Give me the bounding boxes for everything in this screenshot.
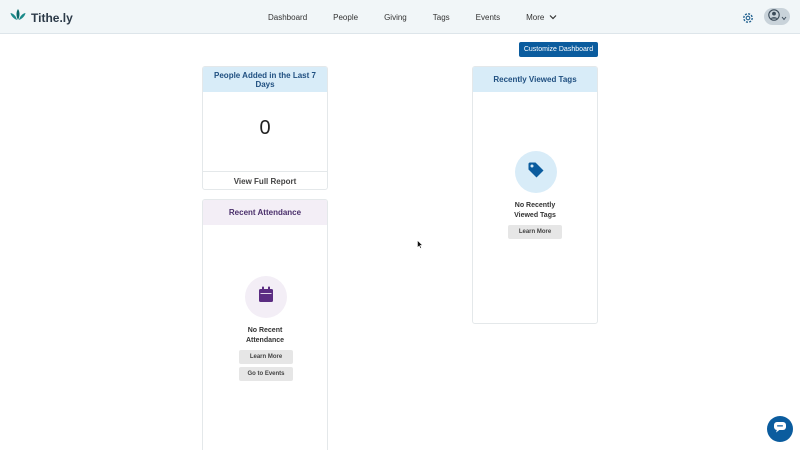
leaf-logo-icon: [10, 8, 26, 27]
go-to-events-button[interactable]: Go to Events: [239, 367, 293, 381]
tags-icon-circle: [515, 151, 557, 193]
recently-viewed-tags-title: Recently Viewed Tags: [473, 67, 597, 92]
nav-events-label: Events: [475, 12, 501, 22]
gear-icon[interactable]: [742, 11, 754, 29]
nav-dashboard-label: Dashboard: [268, 12, 308, 22]
attendance-icon-circle: [245, 276, 287, 318]
nav-more-label: More: [526, 12, 545, 22]
recent-attendance-card: Recent Attendance No Recent Attendance L…: [202, 199, 328, 450]
user-menu-button[interactable]: [764, 8, 790, 25]
nav-tags[interactable]: Tags: [433, 13, 450, 22]
chevron-down-icon: [781, 8, 787, 26]
nav-dashboard[interactable]: Dashboard: [268, 13, 307, 22]
customize-dashboard-button[interactable]: Customize Dashboard: [519, 42, 598, 57]
recently-viewed-tags-card: Recently Viewed Tags No Recently Viewed …: [472, 66, 598, 324]
brand-logo[interactable]: Tithe.ly: [10, 8, 73, 27]
nav-people[interactable]: People: [333, 13, 358, 22]
nav-giving[interactable]: Giving: [384, 13, 407, 22]
chat-button[interactable]: [767, 416, 793, 442]
user-avatar-icon: [767, 8, 780, 26]
chat-icon: [773, 420, 787, 438]
tag-icon: [527, 161, 545, 184]
people-added-count: 0: [259, 117, 271, 139]
main-nav: Dashboard People Giving Tags Events More: [268, 0, 583, 34]
nav-tags-label: Tags: [432, 12, 450, 22]
nav-giving-label: Giving: [384, 12, 407, 22]
recent-attendance-title: Recent Attendance: [203, 200, 327, 225]
nav-events[interactable]: Events: [476, 13, 500, 22]
no-recent-attendance-text: No Recent Attendance: [245, 327, 285, 344]
brand-name: Tithe.ly: [31, 10, 73, 25]
no-recently-viewed-tags-text: No Recently Viewed Tags: [514, 202, 556, 219]
chevron-down-icon: [549, 13, 557, 22]
mouse-cursor-icon: [417, 236, 424, 254]
nav-people-label: People: [333, 12, 359, 22]
attendance-learn-more-button[interactable]: Learn More: [239, 350, 293, 364]
view-full-report-link[interactable]: View Full Report: [203, 171, 327, 189]
top-navigation-bar: Tithe.ly Dashboard People Giving Tags Ev…: [0, 0, 800, 34]
people-added-card: People Added in the Last 7 Days 0 View F…: [202, 66, 328, 190]
people-added-title: People Added in the Last 7 Days: [203, 67, 327, 92]
calendar-icon: [258, 286, 274, 308]
tags-learn-more-button[interactable]: Learn More: [508, 225, 562, 239]
nav-more[interactable]: More: [526, 13, 557, 22]
